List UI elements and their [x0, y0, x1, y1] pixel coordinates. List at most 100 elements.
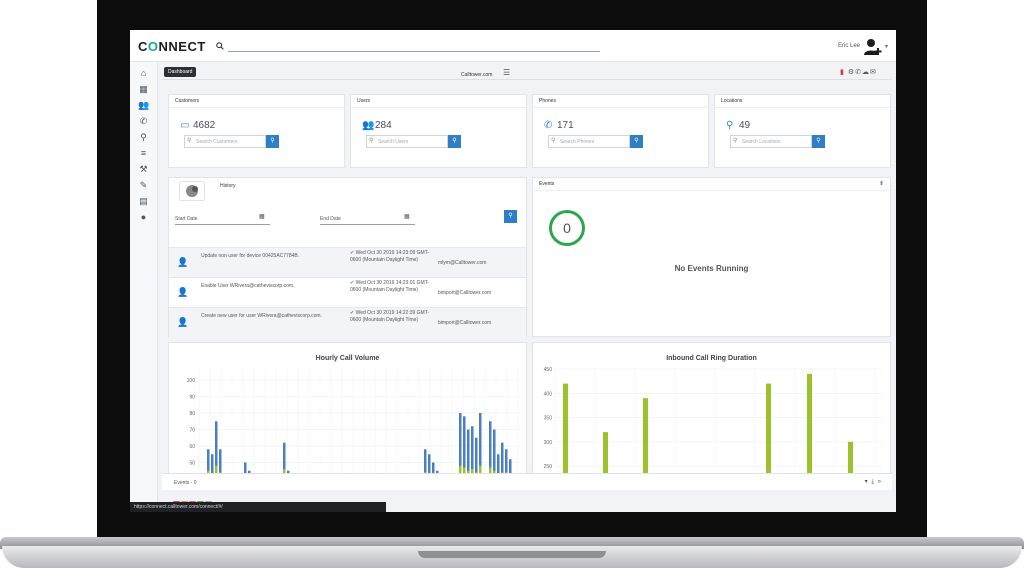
- history-timestamp: ✔ Wed Oct 30 2019 14:23:09 GMT-0600 (Mou…: [350, 250, 440, 264]
- history-user: bimport@Calltower.com: [438, 290, 492, 296]
- settings-icon[interactable]: ⚙: [848, 69, 855, 76]
- location-icon[interactable]: ⚲: [138, 132, 149, 143]
- history-user: bimport@Calltower.com: [438, 320, 492, 326]
- events-count: 0: [563, 220, 571, 236]
- search-placeholder: Search Locations: [742, 139, 781, 145]
- expand-icon[interactable]: »: [878, 479, 882, 485]
- history-row[interactable]: 👤 Enable User WRivera@catheviscorp.com. ✔ …: [169, 277, 526, 308]
- history-search-button[interactable]: ⚲: [504, 210, 517, 223]
- events-divider: [533, 190, 890, 191]
- y-tick-label: 70: [189, 428, 195, 434]
- y-tick-label: 90: [189, 395, 195, 401]
- search-button[interactable]: ⚲: [630, 135, 643, 148]
- app-logo[interactable]: CONNECT: [138, 39, 206, 54]
- history-timestamp: ✔ Wed Oct 30 2019 14:22:39 GMT-0600 (Mou…: [350, 310, 440, 324]
- status-url: https://connect.calltower.com/connect/#/: [130, 502, 386, 512]
- search-input[interactable]: ⚲ Search Phones: [548, 135, 630, 148]
- stat-card-customers: Customers ▭ 4682 ⚲ Search Customers ⚲: [168, 94, 345, 168]
- card-divider: [169, 107, 344, 108]
- mail-icon[interactable]: ✉: [870, 69, 877, 76]
- phone-icon: ✆: [544, 120, 553, 131]
- search-button[interactable]: ⚲: [266, 135, 279, 148]
- history-title: History: [220, 183, 236, 189]
- end-calendar-icon[interactable]: ▦: [404, 213, 410, 220]
- history-row[interactable]: 👤 Update non user for device 00425AC7784B…: [169, 247, 526, 278]
- events-bar-label: Events - 0: [174, 480, 197, 486]
- history-row[interactable]: 👤 Create new user for user WRivera@cathev…: [169, 307, 526, 338]
- cloud-icon[interactable]: ☁: [862, 69, 870, 76]
- start-date-field[interactable]: Start Date: [175, 216, 198, 222]
- app-screen: CONNECT Eric Lee ▾ ⌂ ▦ 👥 ✆ ⚲ ≡ ⚒ ✎ ▤ ● Dashboard …: [130, 30, 896, 512]
- stat-value: 171: [557, 120, 574, 131]
- collapse-icon[interactable]: ▾: [865, 479, 869, 485]
- search-placeholder: Search Customers: [196, 139, 238, 145]
- history-avatar-icon: [179, 181, 205, 201]
- search-input[interactable]: ⚲ Search Users: [366, 135, 448, 148]
- history-panel: History Start Date ▦ End Date ▦ ⚲ 👤 Updat…: [168, 177, 527, 338]
- inbound-ring-duration-chart: Inbound Call Ring Duration 450 400 350 300 2…: [532, 342, 891, 484]
- history-action: Create new user for user WRivera@cathevi…: [201, 313, 322, 319]
- pin-icon[interactable]: ⇟: [879, 180, 884, 187]
- stat-card-phones: Phones ✆ 171 ⚲ Search Phones ⚲: [532, 94, 709, 168]
- history-user: mlym@Calltower.com: [438, 260, 487, 266]
- card-title: Users: [357, 98, 371, 104]
- dashboard-tooltip: Dashboard: [164, 67, 197, 77]
- home-icon[interactable]: ⌂: [138, 68, 149, 79]
- search-button[interactable]: ⚲: [448, 135, 461, 148]
- help-icon[interactable]: ●: [138, 212, 149, 223]
- tools-icon[interactable]: ⚒: [138, 164, 149, 175]
- card-title: Phones: [539, 98, 556, 104]
- phone-icon[interactable]: ✆: [855, 69, 862, 76]
- user-phone-icon: 👤: [177, 257, 189, 267]
- history-action: Update non user for device 00425AC7784B.: [201, 253, 300, 259]
- card-divider: [351, 107, 526, 108]
- search-input[interactable]: ⚲ Search Customers: [184, 135, 266, 148]
- hourly-call-volume-plot: 100908070605040: [187, 369, 519, 483]
- start-calendar-icon[interactable]: ▦: [259, 213, 265, 220]
- search-placeholder: Search Users: [378, 139, 409, 145]
- events-panel: Events ⇟ 0 No Events Running: [532, 177, 891, 337]
- y-tick-label: 100: [187, 378, 196, 384]
- user-name[interactable]: Eric Lee: [838, 43, 860, 49]
- card-divider: [715, 107, 890, 108]
- users-icon[interactable]: 👥: [138, 100, 149, 111]
- y-tick-label: 60: [189, 444, 195, 450]
- y-tick-label: 250: [544, 464, 553, 470]
- report-icon[interactable]: ▤: [138, 196, 149, 207]
- user-menu-caret-icon[interactable]: ▾: [885, 43, 888, 50]
- search-input[interactable]: [228, 51, 600, 52]
- domain-label: Calltower.com: [461, 72, 493, 78]
- bar-ring-duration: [563, 383, 568, 483]
- header-actions: ▮ ⚙✆☁✉: [840, 68, 877, 76]
- pin-icon: ⚲: [726, 120, 734, 131]
- list-icon[interactable]: ≡: [138, 148, 149, 159]
- laptop-notch: [418, 551, 606, 558]
- y-tick-label: 300: [544, 440, 553, 446]
- history-timestamp: ✔ Wed Oct 30 2019 14:23:01 GMT-0600 (Mou…: [350, 280, 440, 294]
- history-time-text: Wed Oct 30 2019 14:23:01 GMT-0600 (Mount…: [350, 280, 430, 293]
- y-tick-label: 450: [544, 367, 553, 373]
- user-avatar-icon[interactable]: [863, 38, 883, 56]
- user-icon: 👤: [177, 317, 189, 327]
- sub-header: [162, 65, 892, 80]
- building-icon[interactable]: ▦: [138, 84, 149, 95]
- history-time-text: Wed Oct 30 2019 14:23:09 GMT-0600 (Mount…: [350, 250, 430, 263]
- history-action: Enable User WRivera@catheviscorp.com.: [201, 283, 295, 289]
- phone-icon[interactable]: ✆: [138, 116, 149, 127]
- card-title: Customers: [175, 98, 200, 104]
- events-title: Events: [539, 181, 555, 187]
- search-input[interactable]: ⚲ Search Locations: [730, 135, 812, 148]
- search-button[interactable]: ⚲: [812, 135, 825, 148]
- end-date-underline: [320, 224, 415, 225]
- history-time-text: Wed Oct 30 2019 14:22:39 GMT-0600 (Mount…: [350, 310, 430, 323]
- menu-icon[interactable]: ☰: [503, 68, 510, 77]
- search-icon[interactable]: [216, 42, 224, 50]
- end-date-field[interactable]: End Date: [320, 216, 341, 222]
- download-icon[interactable]: ⤓: [871, 479, 875, 485]
- inbox-icon: ▭: [180, 120, 190, 131]
- brush-icon[interactable]: ✎: [138, 180, 149, 191]
- start-date-underline: [175, 224, 270, 225]
- chart-title: Inbound Call Ring Duration: [666, 355, 757, 362]
- bookmark-icon[interactable]: ▮: [840, 69, 845, 76]
- card-title: Locations: [721, 98, 743, 104]
